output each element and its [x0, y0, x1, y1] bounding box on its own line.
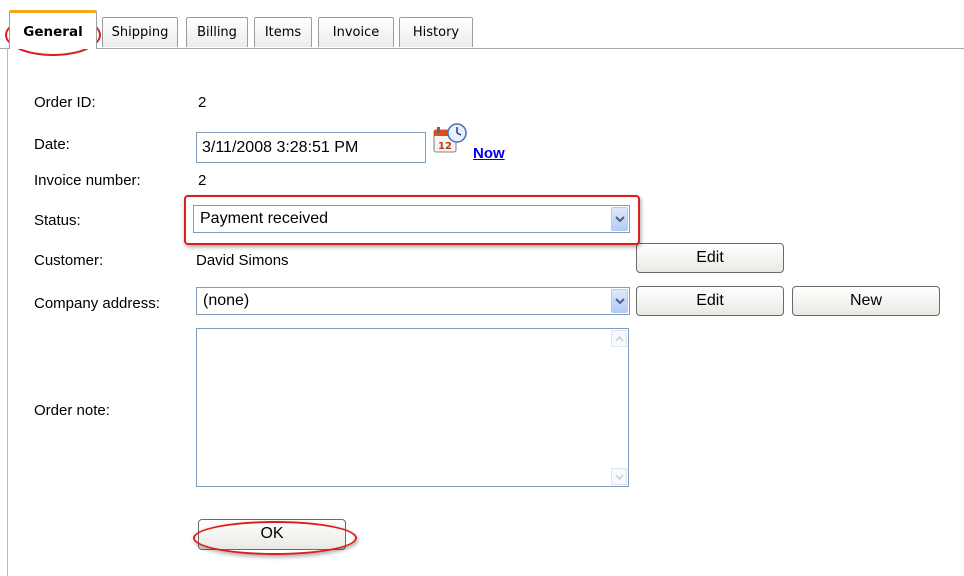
invoice-number-value: 2 — [198, 172, 207, 189]
customer-label: Customer: — [34, 252, 104, 269]
chevron-down-icon[interactable] — [611, 289, 628, 313]
date-label: Date: — [34, 136, 70, 153]
tab-billing[interactable]: Billing — [186, 17, 248, 47]
edit-address-button[interactable]: Edit — [636, 286, 784, 316]
calendar-clock-icon[interactable]: 12 — [432, 122, 468, 158]
tab-general[interactable]: General — [9, 10, 97, 49]
company-address-select[interactable]: (none) — [196, 287, 630, 315]
customer-name: David Simons — [196, 252, 289, 269]
vertical-scrollbar[interactable] — [610, 329, 628, 486]
company-address-label: Company address: — [34, 295, 160, 312]
panel-left-border — [7, 48, 8, 576]
tab-history[interactable]: History — [399, 17, 473, 47]
calendar-day-text: 12 — [438, 141, 452, 152]
status-select-value: Payment received — [200, 210, 329, 227]
date-input[interactable]: 3/11/2008 3:28:51 PM — [196, 132, 426, 163]
order-note-label: Order note: — [34, 402, 110, 419]
now-link[interactable]: Now — [473, 145, 505, 162]
scroll-down-arrow-icon[interactable] — [611, 468, 627, 485]
company-address-value: (none) — [203, 292, 250, 309]
edit-customer-button[interactable]: Edit — [636, 243, 784, 273]
chevron-down-icon[interactable] — [611, 207, 628, 231]
order-note-textarea[interactable] — [196, 328, 629, 487]
scroll-up-arrow-icon[interactable] — [611, 330, 627, 347]
tab-items[interactable]: Items — [254, 17, 312, 47]
status-label: Status: — [34, 212, 81, 229]
order-id-value: 2 — [198, 94, 207, 111]
tab-invoice[interactable]: Invoice — [318, 17, 394, 47]
status-select[interactable]: Payment received — [193, 205, 630, 233]
ok-button[interactable]: OK — [198, 519, 346, 550]
new-address-button[interactable]: New — [792, 286, 940, 316]
order-id-label: Order ID: — [34, 94, 96, 111]
tab-bar: General Shipping Billing Items Invoice H… — [0, 0, 964, 49]
invoice-number-label: Invoice number: — [34, 172, 141, 189]
tab-shipping[interactable]: Shipping — [102, 17, 178, 47]
